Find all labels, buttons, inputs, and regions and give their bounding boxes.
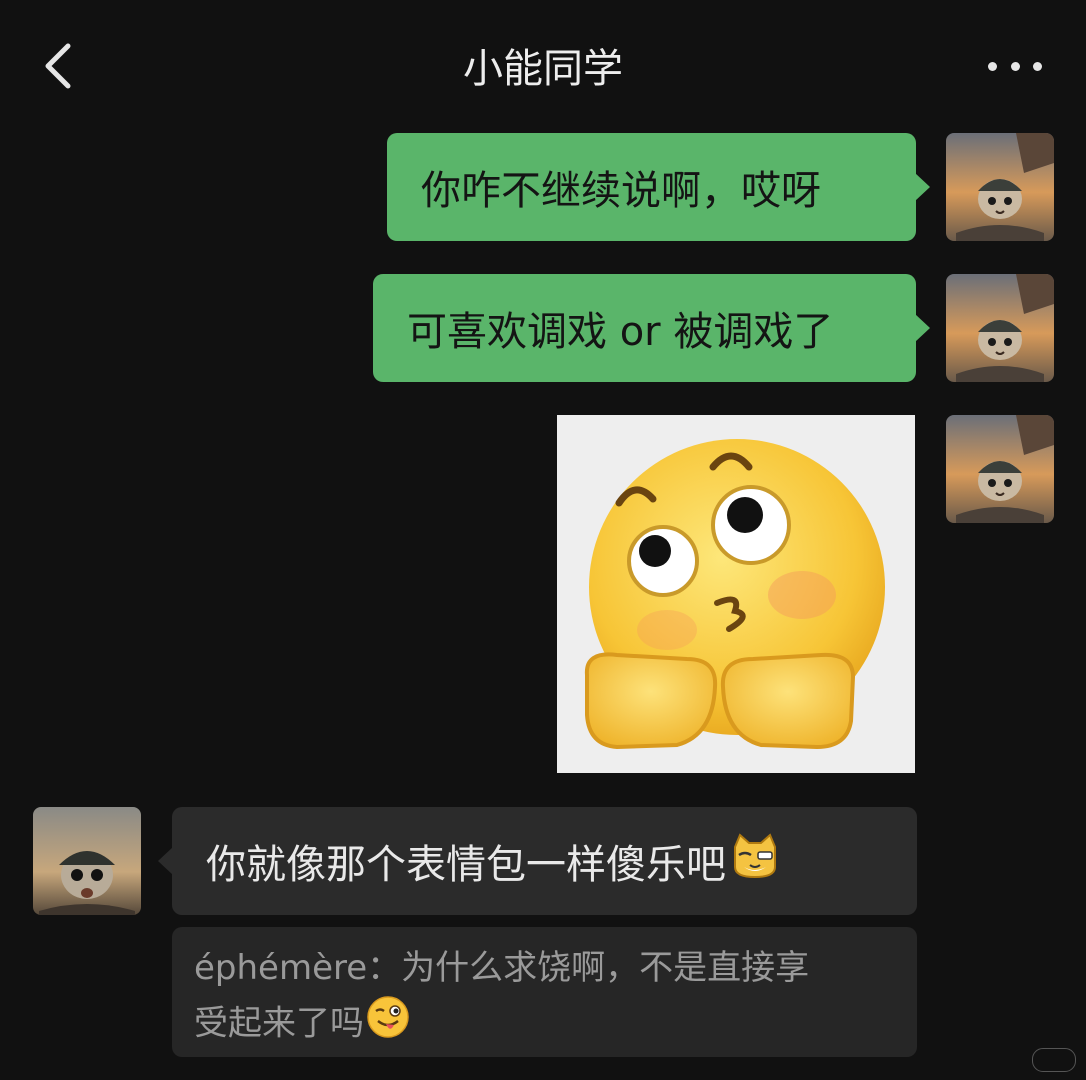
incoming-message-bubble[interactable]: 你就像那个表情包一样傻乐吧 bbox=[158, 807, 917, 915]
more-dot bbox=[1033, 61, 1042, 71]
quote-author: éphémère： bbox=[194, 948, 402, 988]
outgoing-message-bubble[interactable]: 你咋不继续说啊，哎呀 bbox=[387, 133, 930, 241]
quote-text-line2: 受起来了吗 bbox=[194, 1003, 364, 1044]
quote-line-1: éphémère：为什么求饶啊，不是直接享 bbox=[194, 941, 895, 995]
more-dot bbox=[1010, 61, 1020, 71]
contact-avatar[interactable] bbox=[33, 807, 141, 915]
my-avatar[interactable] bbox=[946, 274, 1054, 382]
more-dots-icon bbox=[988, 61, 997, 71]
shy-peeking-emoji-sticker[interactable] bbox=[557, 415, 915, 773]
quote-line-2: 受起来了吗 bbox=[194, 995, 895, 1055]
chat-header: 小能同学 bbox=[0, 0, 1086, 132]
message-text: 可喜欢调戏 or 被调戏了 bbox=[407, 309, 834, 355]
cat-face-emoji bbox=[730, 833, 780, 889]
outgoing-message-bubble[interactable]: 可喜欢调戏 or 被调戏了 bbox=[373, 274, 930, 382]
my-avatar[interactable] bbox=[946, 415, 1054, 523]
chat-title: 小能同学 bbox=[463, 46, 623, 92]
message-text: 你咋不继续说啊，哎呀 bbox=[421, 168, 821, 214]
quote-text-line1: 为什么求饶啊，不是直接享 bbox=[401, 948, 810, 988]
quoted-message[interactable]: éphémère：为什么求饶啊，不是直接享 受起来了吗 bbox=[172, 927, 917, 1057]
message-text: 你就像那个表情包一样傻乐吧 bbox=[206, 842, 726, 888]
winking-tongue-emoji bbox=[366, 995, 410, 1055]
watermark-logo bbox=[1032, 1048, 1076, 1072]
more-options-button[interactable] bbox=[988, 50, 1042, 82]
my-avatar[interactable] bbox=[946, 133, 1054, 241]
